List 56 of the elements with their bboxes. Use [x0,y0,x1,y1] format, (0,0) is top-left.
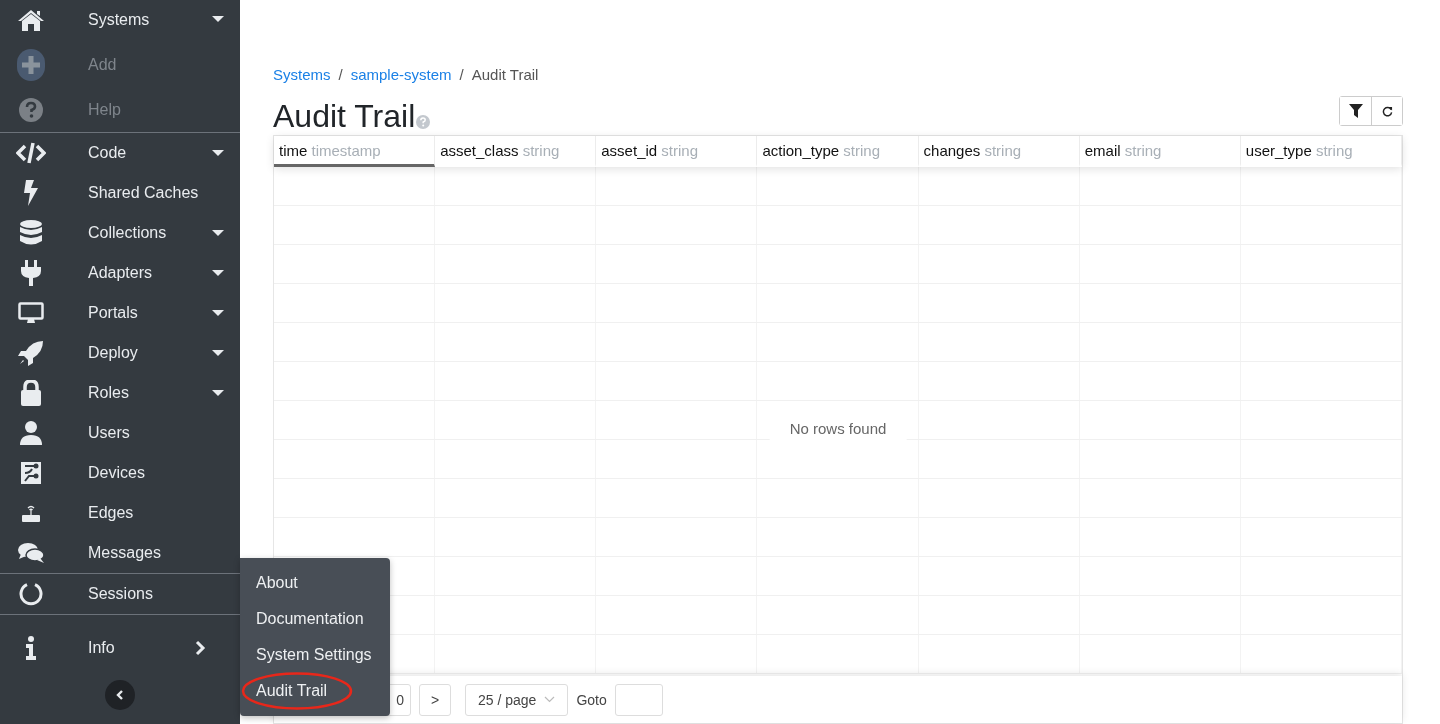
chevron-left-icon [116,689,124,701]
sidebar-item[interactable]: Users [0,413,240,453]
home-icon [17,7,45,32]
sidebar-item[interactable]: Adapters [0,253,240,293]
column-header[interactable]: email string [1079,136,1241,167]
sidebar-item[interactable]: Info [0,628,240,668]
breadcrumb-separator: / [338,66,343,85]
column-header[interactable]: user_type string [1240,136,1402,167]
user-icon [20,421,42,445]
sidebar-item[interactable]: Systems [0,0,240,42]
refresh-button[interactable] [1371,97,1402,125]
sidebar-item[interactable]: Portals [0,293,240,333]
lock-icon [20,380,42,406]
chevron-down-icon [544,696,556,703]
menu-item[interactable]: Documentation [240,601,390,637]
code-icon [16,142,46,164]
column-header[interactable]: changes string [918,136,1080,167]
chat-icon [17,542,45,564]
column-header[interactable]: asset_class string [435,136,597,167]
menu-item[interactable]: Audit Trail [240,673,390,709]
menu-item[interactable]: System Settings [240,637,390,673]
lightning-icon [23,180,39,206]
goto-label: Goto [576,691,607,708]
sidebar-item[interactable]: Devices [0,453,240,493]
monitor-icon [18,302,44,324]
next-page-button[interactable]: > [419,683,451,716]
sidebar-item[interactable]: Messages [0,533,240,573]
breadcrumb-current: Audit Trail [471,66,539,85]
refresh-icon [1381,105,1393,117]
page-size-select[interactable]: 25 / page [465,683,569,716]
goto-field[interactable] [614,683,663,716]
sidebar-item[interactable]: Shared Caches [0,173,240,213]
rocket-icon [18,340,44,366]
help-icon [19,97,43,122]
info-icon [25,636,37,660]
sidebar-item[interactable]: Code [0,133,240,173]
collapse-button[interactable] [105,680,135,710]
router-icon [21,504,41,522]
sidebar-item[interactable]: Deploy [0,333,240,373]
sidebar-item[interactable]: Edges [0,493,240,533]
database-icon [19,220,43,246]
plus-icon [17,48,45,81]
breadcrumb-separator: / [459,66,464,85]
column-header[interactable]: action_type string [757,136,919,167]
sidebar-item[interactable]: Collections [0,213,240,253]
circuit-icon [20,461,42,485]
column-header[interactable]: asset_id string [596,136,758,167]
breadcrumb-link[interactable]: Systems [273,66,331,86]
breadcrumb-link[interactable]: sample-system [350,66,452,86]
plug-icon [20,260,42,286]
filter-icon [1348,104,1363,118]
sidebar-item[interactable]: Roles [0,373,240,413]
menu-item[interactable]: About [240,565,390,601]
page-title: Audit Trail [273,97,416,135]
column-header[interactable]: time timestamp [274,136,436,167]
sidebar-item[interactable]: Sessions [0,574,240,614]
